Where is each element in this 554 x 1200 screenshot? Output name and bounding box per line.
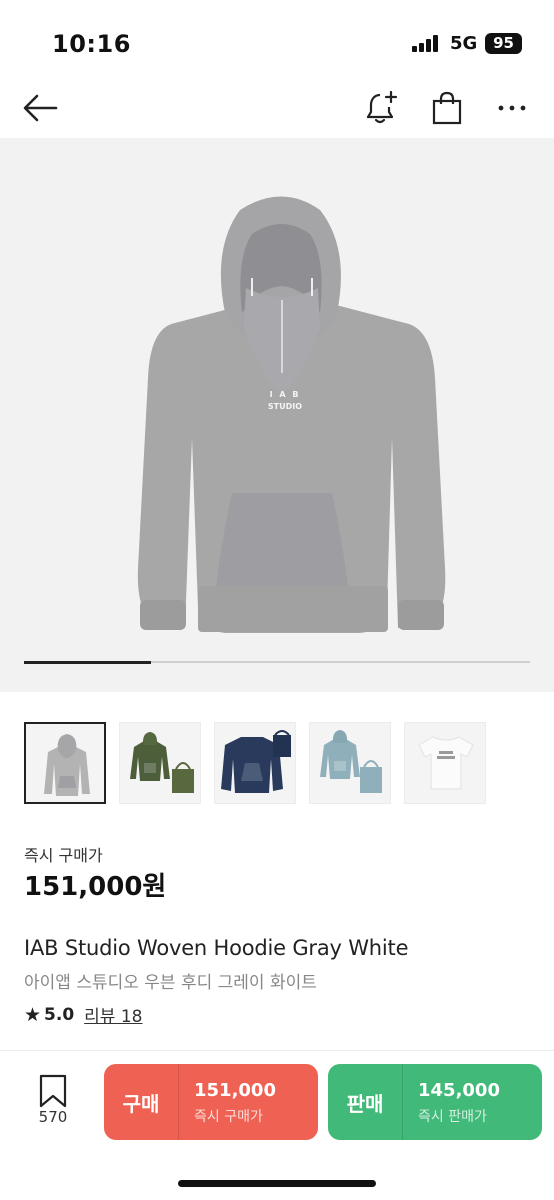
bell-plus-icon [366,90,398,124]
buy-price: 151,000 [194,1080,276,1101]
sell-separator [402,1064,403,1140]
divider [0,1050,554,1051]
thumbnail-green-jacket-bag[interactable] [119,722,201,804]
sell-price: 145,000 [418,1080,500,1101]
buy-button[interactable]: 구매 151,000 즉시 구매가 [104,1064,318,1140]
price-value: 151,000원 [24,872,167,902]
nav-bar [0,78,554,138]
cart-button[interactable] [425,86,469,130]
gray-hoodie-thumb-image [44,734,90,796]
sell-label: 판매 [346,1091,384,1116]
bookmark-count: 570 [38,1108,68,1126]
product-image-carousel[interactable]: I A B STUDIO [0,138,554,692]
thumbnail-gray-hoodie[interactable] [24,722,106,804]
shopping-bag-icon [432,91,462,125]
carousel-progress-fill [24,660,151,664]
hoodie-logo-line1: I A B [269,390,301,399]
bookmark-button[interactable]: 570 [30,1074,76,1134]
bookmark-icon [39,1074,67,1108]
thumbnail-white-tshirt[interactable] [404,722,486,804]
star-icon: ★ [24,1003,42,1026]
rating-row: ★ 5.0 리뷰 18 [24,1002,143,1028]
network-label: 5G [450,33,478,54]
back-arrow-icon [23,94,58,122]
navy-jacket-thumb-image [221,730,291,793]
signal-icon [412,34,440,52]
notification-button[interactable] [360,86,404,130]
back-button[interactable] [18,86,62,130]
buy-separator [178,1064,179,1140]
status-time: 10:16 [52,30,131,58]
carousel-progress-track [24,660,530,664]
white-tshirt-thumb-image [418,736,474,790]
thumbnail-blue-jacket-bag[interactable] [309,722,391,804]
blue-jacket-thumb-image [320,730,382,793]
more-dots-icon [498,105,526,111]
sell-sub-label: 즉시 판매가 [418,1109,487,1125]
status-bar: 10:16 5G 95 [0,0,554,78]
green-jacket-thumb-image [130,732,194,793]
product-name-en: IAB Studio Woven Hoodie Gray White [24,936,409,960]
review-link[interactable]: 리뷰 18 [84,1002,142,1027]
more-button[interactable] [490,86,534,130]
thumbnail-navy-jacket-bag[interactable] [214,722,296,804]
buy-sub-label: 즉시 구매가 [194,1109,263,1125]
product-name-ko: 아이앱 스튜디오 우븐 후디 그레이 화이트 [24,973,317,993]
hoodie-logo-line2: STUDIO [267,402,303,411]
battery-icon: 95 [485,33,522,54]
buy-label: 구매 [122,1091,160,1116]
price-label: 즉시 구매가 [24,846,103,865]
sell-button[interactable]: 판매 145,000 즉시 판매가 [328,1064,542,1140]
home-indicator [178,1180,376,1187]
rating-score: 5.0 [44,1004,75,1025]
thumbnail-strip [24,722,486,804]
